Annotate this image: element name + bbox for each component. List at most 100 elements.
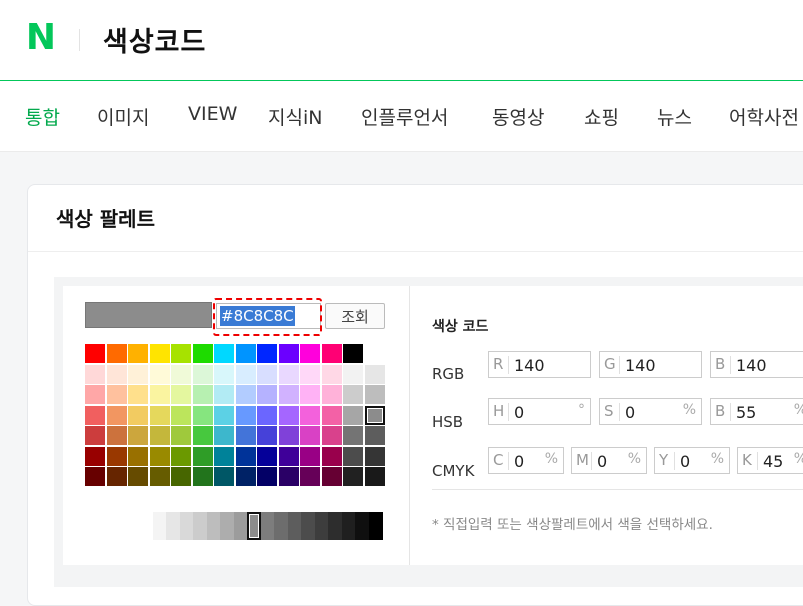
color-swatch[interactable] bbox=[257, 406, 277, 425]
tab-images[interactable]: 이미지 bbox=[97, 103, 149, 130]
color-swatch[interactable] bbox=[300, 365, 320, 384]
color-swatch[interactable] bbox=[128, 365, 148, 384]
color-swatch[interactable] bbox=[322, 406, 342, 425]
color-swatch[interactable] bbox=[322, 447, 342, 466]
color-swatch[interactable] bbox=[279, 385, 299, 404]
color-swatch[interactable] bbox=[128, 467, 148, 486]
color-swatch[interactable] bbox=[150, 365, 170, 384]
grayscale-swatch[interactable] bbox=[207, 512, 221, 540]
color-swatch[interactable] bbox=[171, 467, 191, 486]
tab-influencer[interactable]: 인플루언서 bbox=[361, 103, 448, 130]
color-swatch[interactable] bbox=[343, 447, 363, 466]
color-swatch[interactable] bbox=[128, 426, 148, 445]
color-swatch[interactable] bbox=[279, 426, 299, 445]
color-swatch[interactable] bbox=[85, 385, 105, 404]
color-swatch[interactable] bbox=[107, 426, 127, 445]
color-swatch[interactable] bbox=[257, 344, 277, 363]
color-swatch[interactable] bbox=[300, 426, 320, 445]
color-swatch[interactable] bbox=[193, 426, 213, 445]
color-swatch[interactable] bbox=[150, 344, 170, 363]
color-swatch[interactable] bbox=[257, 426, 277, 445]
color-swatch[interactable] bbox=[171, 426, 191, 445]
color-swatch[interactable] bbox=[214, 426, 234, 445]
lookup-button[interactable]: 조회 bbox=[325, 303, 385, 329]
color-swatch[interactable] bbox=[128, 447, 148, 466]
search-query[interactable]: 색상코드 bbox=[103, 20, 206, 59]
grayscale-swatch[interactable] bbox=[166, 512, 180, 540]
rgb-g-field[interactable]: G 140 bbox=[599, 351, 702, 378]
grayscale-swatch[interactable] bbox=[234, 512, 248, 540]
color-swatch[interactable] bbox=[343, 365, 363, 384]
grayscale-swatch[interactable] bbox=[112, 512, 126, 540]
color-swatch[interactable] bbox=[214, 365, 234, 384]
color-swatch[interactable] bbox=[236, 447, 256, 466]
color-swatch[interactable] bbox=[193, 344, 213, 363]
color-swatch[interactable] bbox=[85, 365, 105, 384]
color-swatch[interactable] bbox=[214, 344, 234, 363]
color-swatch[interactable] bbox=[193, 365, 213, 384]
color-swatch[interactable] bbox=[236, 426, 256, 445]
grayscale-swatch[interactable] bbox=[99, 512, 113, 540]
grayscale-swatch[interactable] bbox=[355, 512, 369, 540]
color-swatch[interactable] bbox=[128, 406, 148, 425]
hsb-h-field[interactable]: H 0 ° bbox=[488, 398, 591, 425]
color-swatch[interactable] bbox=[322, 467, 342, 486]
color-swatch[interactable] bbox=[171, 365, 191, 384]
color-swatch[interactable] bbox=[343, 344, 363, 363]
color-swatch[interactable] bbox=[300, 406, 320, 425]
color-swatch[interactable] bbox=[193, 406, 213, 425]
color-swatch[interactable] bbox=[193, 385, 213, 404]
grayscale-swatch[interactable] bbox=[369, 512, 383, 540]
color-swatch[interactable] bbox=[279, 467, 299, 486]
color-swatch[interactable] bbox=[365, 467, 385, 486]
color-swatch[interactable] bbox=[257, 447, 277, 466]
rgb-b-field[interactable]: B 140 bbox=[710, 351, 803, 378]
color-swatch[interactable] bbox=[365, 426, 385, 445]
grayscale-swatch[interactable] bbox=[247, 512, 261, 540]
color-swatch[interactable] bbox=[171, 344, 191, 363]
color-swatch[interactable] bbox=[150, 385, 170, 404]
cmyk-y-field[interactable]: Y 0 % bbox=[654, 447, 730, 474]
color-swatch[interactable] bbox=[171, 447, 191, 466]
color-swatch[interactable] bbox=[150, 426, 170, 445]
color-swatch[interactable] bbox=[85, 447, 105, 466]
color-swatch[interactable] bbox=[214, 406, 234, 425]
color-swatch[interactable] bbox=[300, 467, 320, 486]
color-swatch[interactable] bbox=[107, 447, 127, 466]
color-swatch[interactable] bbox=[300, 447, 320, 466]
color-swatch[interactable] bbox=[150, 467, 170, 486]
color-swatch[interactable] bbox=[85, 344, 105, 363]
color-swatch[interactable] bbox=[171, 385, 191, 404]
color-swatch[interactable] bbox=[343, 426, 363, 445]
color-swatch[interactable] bbox=[257, 365, 277, 384]
grayscale-swatch[interactable] bbox=[315, 512, 329, 540]
color-swatch[interactable] bbox=[300, 344, 320, 363]
tab-shopping[interactable]: 쇼핑 bbox=[584, 103, 619, 130]
color-swatch[interactable] bbox=[214, 467, 234, 486]
color-swatch[interactable] bbox=[150, 406, 170, 425]
color-swatch[interactable] bbox=[257, 385, 277, 404]
tab-knowledge-in[interactable]: 지식iN bbox=[268, 103, 322, 130]
hex-input[interactable]: #8C8C8C bbox=[216, 303, 321, 329]
color-swatch[interactable] bbox=[322, 385, 342, 404]
color-swatch[interactable] bbox=[107, 406, 127, 425]
color-swatch[interactable] bbox=[365, 385, 385, 404]
hsb-b-field[interactable]: B 55 % bbox=[710, 398, 803, 425]
grayscale-swatch[interactable] bbox=[193, 512, 207, 540]
grayscale-swatch[interactable] bbox=[180, 512, 194, 540]
color-swatch[interactable] bbox=[343, 385, 363, 404]
color-swatch[interactable] bbox=[322, 365, 342, 384]
grayscale-swatch[interactable] bbox=[139, 512, 153, 540]
color-swatch[interactable] bbox=[85, 426, 105, 445]
grayscale-swatch[interactable] bbox=[301, 512, 315, 540]
color-swatch[interactable] bbox=[214, 385, 234, 404]
color-swatch[interactable] bbox=[150, 447, 170, 466]
color-swatch[interactable] bbox=[257, 467, 277, 486]
color-swatch[interactable] bbox=[107, 385, 127, 404]
color-swatch[interactable] bbox=[128, 385, 148, 404]
color-swatch[interactable] bbox=[214, 447, 234, 466]
cmyk-c-field[interactable]: C 0 % bbox=[488, 447, 564, 474]
grayscale-swatch[interactable] bbox=[220, 512, 234, 540]
grayscale-swatch[interactable] bbox=[126, 512, 140, 540]
color-swatch[interactable] bbox=[193, 467, 213, 486]
